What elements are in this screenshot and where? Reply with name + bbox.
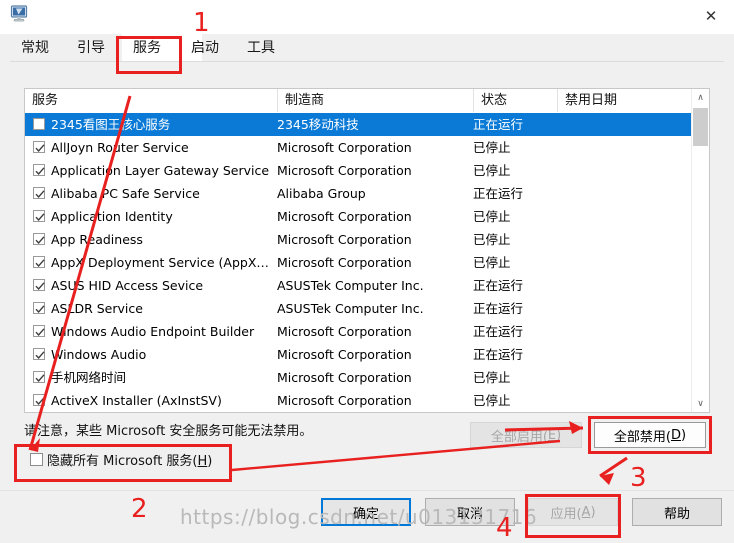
row-checkbox[interactable] <box>33 348 45 360</box>
cell-manufacturer: Microsoft Corporation <box>277 324 412 339</box>
cell-status: 正在运行 <box>473 347 524 362</box>
row-checkbox[interactable] <box>33 325 45 337</box>
annotation-number-3: 3 <box>630 463 647 493</box>
tab-tools[interactable]: 工具 <box>236 34 314 62</box>
cell-manufacturer: ASUSTek Computer Inc. <box>277 301 424 316</box>
msconfig-window: ✕ 常规 引导 服务 启动 工具 服务 制造商 状态 禁用日期 2345看图王核… <box>0 0 734 543</box>
cell-manufacturer: Microsoft Corporation <box>277 255 412 270</box>
cell-manufacturer: Microsoft Corporation <box>277 347 412 362</box>
row-checkbox[interactable] <box>33 164 45 176</box>
row-checkbox[interactable] <box>33 256 45 268</box>
row-checkbox[interactable] <box>33 302 45 314</box>
cell-manufacturer: Microsoft Corporation <box>277 140 412 155</box>
cell-manufacturer: ASUSTek Computer Inc. <box>277 278 424 293</box>
checkbox-box[interactable] <box>30 453 43 466</box>
table-row[interactable]: Windows Audio Microsoft Corporation 正在运行 <box>25 343 709 366</box>
scrollbar-thumb[interactable] <box>693 108 708 146</box>
title-bar: ✕ <box>0 0 734 34</box>
row-checkbox[interactable] <box>33 279 45 291</box>
security-note: 请注意，某些 Microsoft 安全服务可能无法禁用。 <box>24 424 313 439</box>
table-row[interactable]: Windows Audio Endpoint Builder Microsoft … <box>25 320 709 343</box>
cell-manufacturer: Microsoft Corporation <box>277 163 412 178</box>
cell-status: 已停止 <box>473 163 511 178</box>
table-row[interactable]: ASUS HID Access Sevice ASUSTek Computer I… <box>25 274 709 297</box>
row-checkbox[interactable] <box>33 141 45 153</box>
row-checkbox[interactable] <box>33 187 45 199</box>
column-header-service[interactable]: 服务 <box>25 89 277 112</box>
list-rows: 2345看图王核心服务 2345移动科技 正在运行 AllJoyn Router Se… <box>25 113 709 412</box>
apply-button[interactable]: 应用(A) <box>528 498 618 526</box>
cell-service-name: 手机网络时间 <box>51 370 127 385</box>
table-row[interactable]: 2345看图王核心服务 2345移动科技 正在运行 <box>25 113 709 136</box>
column-header-status[interactable]: 状态 <box>473 89 557 112</box>
cell-service-name: AppX Deployment Service (AppX… <box>51 255 269 270</box>
services-list[interactable]: 服务 制造商 状态 禁用日期 2345看图王核心服务 2345移动科技 正在运行 Al… <box>24 88 710 413</box>
hide-microsoft-services-checkbox[interactable]: 隐藏所有 Microsoft 服务(H) <box>30 450 212 469</box>
table-row[interactable]: Alibaba PC Safe Service Alibaba Group 正在运行 <box>25 182 709 205</box>
tab-strip: 常规 引导 服务 启动 工具 <box>0 34 734 62</box>
cell-service-name: ActiveX Installer (AxInstSV) <box>51 393 222 408</box>
cell-service-name: App Readiness <box>51 232 143 247</box>
cell-status: 已停止 <box>473 255 511 270</box>
scroll-down-icon[interactable]: ∨ <box>692 395 709 412</box>
cell-status: 已停止 <box>473 370 511 385</box>
table-row[interactable]: Application Identity Microsoft Corporatio… <box>25 205 709 228</box>
row-checkbox[interactable] <box>33 371 45 383</box>
cell-manufacturer: Microsoft Corporation <box>277 209 412 224</box>
row-checkbox[interactable] <box>33 210 45 222</box>
row-checkbox[interactable] <box>33 118 45 130</box>
help-button[interactable]: 帮助 <box>632 498 722 526</box>
list-header: 服务 制造商 状态 禁用日期 <box>25 89 709 114</box>
cell-manufacturer: Microsoft Corporation <box>277 370 412 385</box>
table-row[interactable]: App Readiness Microsoft Corporation 已停止 <box>25 228 709 251</box>
table-row[interactable]: AppX Deployment Service (AppX… Microsoft … <box>25 251 709 274</box>
cell-status: 已停止 <box>473 140 511 155</box>
cell-service-name: Application Identity <box>51 209 173 224</box>
column-header-manufacturer[interactable]: 制造商 <box>277 89 473 112</box>
vertical-scrollbar[interactable]: ∧ ∨ <box>691 89 709 412</box>
cell-status: 已停止 <box>473 209 511 224</box>
table-row[interactable]: ActiveX Installer (AxInstSV) Microsoft Co… <box>25 389 709 412</box>
cell-service-name: ASUS HID Access Sevice <box>51 278 204 293</box>
cell-service-name: Windows Audio <box>51 347 147 362</box>
cell-service-name: AllJoyn Router Service <box>51 140 189 155</box>
cell-status: 已停止 <box>473 232 511 247</box>
row-checkbox[interactable] <box>33 394 45 406</box>
cell-manufacturer: 2345移动科技 <box>277 117 359 132</box>
table-row[interactable]: AllJoyn Router Service Microsoft Corporat… <box>25 136 709 159</box>
cell-service-name: 2345看图王核心服务 <box>51 117 171 132</box>
cell-service-name: ASLDR Service <box>51 301 143 316</box>
computer-monitor-icon <box>10 5 30 23</box>
row-checkbox[interactable] <box>33 233 45 245</box>
cell-manufacturer: Alibaba Group <box>277 186 366 201</box>
cell-service-name: Alibaba PC Safe Service <box>51 186 200 201</box>
watermark: https://blog.csdn.net/u013131716 <box>180 505 538 529</box>
cell-status: 正在运行 <box>473 324 524 339</box>
cell-status: 已停止 <box>473 393 511 408</box>
cell-status: 正在运行 <box>473 117 524 132</box>
table-row[interactable]: ASLDR Service ASUSTek Computer Inc. 正在运行 <box>25 297 709 320</box>
cell-manufacturer: Microsoft Corporation <box>277 393 412 408</box>
cell-status: 正在运行 <box>473 301 524 316</box>
cell-service-name: Windows Audio Endpoint Builder <box>51 324 255 339</box>
cell-manufacturer: Microsoft Corporation <box>277 232 412 247</box>
hide-microsoft-services-label: 隐藏所有 Microsoft 服务(H) <box>47 454 213 469</box>
cell-service-name: Application Layer Gateway Service <box>51 163 270 178</box>
close-icon[interactable]: ✕ <box>688 0 734 32</box>
table-row[interactable]: 手机网络时间 Microsoft Corporation 已停止 <box>25 366 709 389</box>
column-header-disabled-date[interactable]: 禁用日期 <box>557 89 694 112</box>
table-row[interactable]: Application Layer Gateway Service Microso… <box>25 159 709 182</box>
scroll-up-icon[interactable]: ∧ <box>692 89 709 106</box>
enable-all-button[interactable]: 全部启用(E) <box>470 422 582 448</box>
cell-status: 正在运行 <box>473 186 524 201</box>
cell-status: 正在运行 <box>473 278 524 293</box>
disable-all-button[interactable]: 全部禁用(D) <box>594 422 706 448</box>
